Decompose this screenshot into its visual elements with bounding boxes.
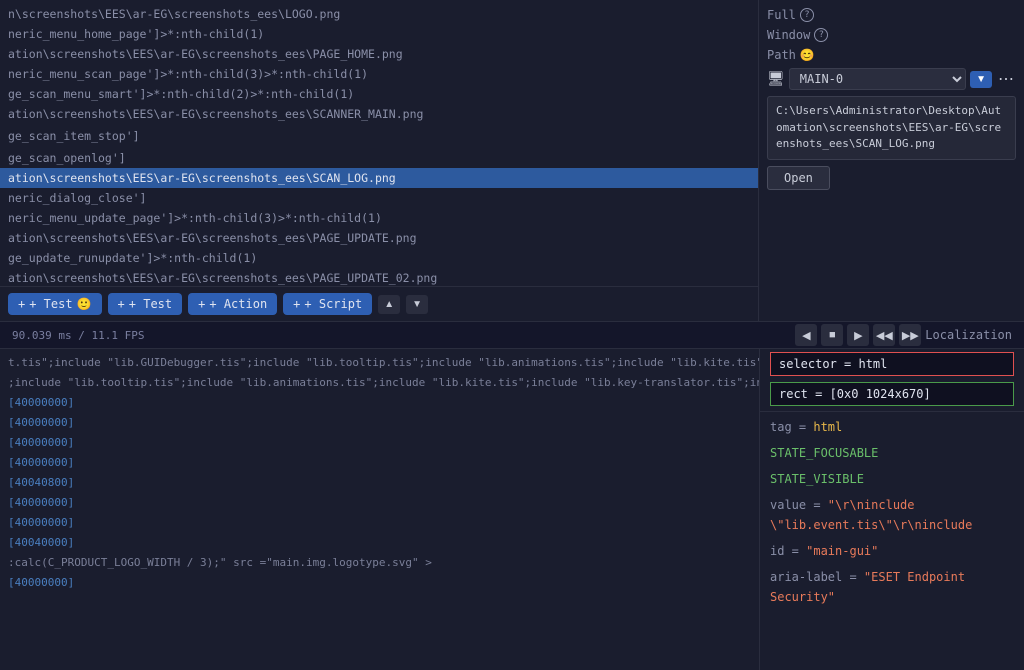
code-line[interactable]: ation\screenshots\EES\ar-EG\screenshots_… [0,44,758,64]
plus-icon-1: + [18,297,25,311]
right-panel: Full ? Window ? Path 😊 🖥 MAIN-0 ▼ [759,0,1024,321]
window-help-icon[interactable]: ? [814,28,828,42]
rect-row [760,379,1024,409]
bottom-code-line: t.tis";include "lib.GUIDebugger.tis";inc… [0,353,759,373]
code-line[interactable]: ation\screenshots\EES\ar-EG\screenshots_… [0,228,758,248]
code-line[interactable]: neric_menu_scan_page']>*:nth-child(3)>*:… [0,64,758,84]
rect-input[interactable] [770,382,1014,406]
test-btn-2[interactable]: + + Test [108,293,183,315]
open-btn[interactable]: Open [767,166,830,190]
plus-icon-4: + [293,297,300,311]
code-line[interactable]: neric_dialog_close'] [0,188,758,208]
fps-display: 90.039 ms / 11.1 FPS [12,329,144,342]
status-icons: ◀ ■ ▶ ◀◀ ▶▶ Localization [795,324,1012,346]
bottom-code-line: [40000000] [0,433,759,453]
action-btn[interactable]: + + Action [188,293,277,315]
monitor-icon: 🖥 [767,71,785,87]
bottom-code-line: [40000000] [0,393,759,413]
left-panel: n\screenshots\EES\ar-EG\screenshots_ees\… [0,0,759,321]
inspector-separator-1 [760,411,1024,412]
bottom-code-line: [40040800] [0,473,759,493]
code-line[interactable]: ge_scan_item_stop'] [0,126,758,146]
tag-row: tag = html [760,414,1024,440]
window-label: Window ? [767,28,828,42]
full-row: Full ? [767,8,1016,22]
code-line[interactable]: ation\screenshots\EES\ar-EG\screenshots_… [0,268,758,286]
code-line[interactable]: ge_scan_menu_smart']>*:nth-child(2)>*:nt… [0,84,758,104]
top-section: n\screenshots\EES\ar-EG\screenshots_ees\… [0,0,1024,321]
script-label: + Script [304,297,362,311]
left-toolbar: + + Test 🙂 + + Test + + Action + + Scrip… [0,286,758,321]
code-line[interactable]: ge_update_runupdate']>*:nth-child(1) [0,248,758,268]
full-help-icon[interactable]: ? [800,8,814,22]
status-icon-btn-3[interactable]: ▶ [847,324,869,346]
code-line[interactable]: ation\screenshots\EES\ar-EG\screenshots_… [0,104,758,124]
id-value: "main-gui" [806,544,878,558]
code-line[interactable]: neric_menu_home_page']>*:nth-child(1) [0,24,758,44]
more-options-btn[interactable]: ⋯ [996,69,1016,89]
aria-label-row: aria-label = "ESET Endpoint Security" [770,570,965,604]
selector-input[interactable] [770,352,1014,376]
inspector-panel: tag = html STATE_FOCUSABLE STATE_VISIBLE… [759,349,1024,670]
main-select-row: 🖥 MAIN-0 ▼ ⋯ [767,68,1016,90]
code-line[interactable]: ge_scan_openlog'] [0,148,758,168]
code-line[interactable]: n\screenshots\EES\ar-EG\screenshots_ees\… [0,4,758,24]
state2-row: STATE_VISIBLE [760,466,1024,492]
id-row: id = "main-gui" [760,538,1024,564]
bottom-code-line: [40000000] [0,413,759,433]
window-row: Window ? [767,28,1016,42]
bottom-code-line: [40040000] [0,533,759,553]
aria-row: aria-label = "ESET Endpoint Security" [760,564,1024,610]
state-focusable: STATE_FOCUSABLE [770,446,878,460]
arrow-down-btn[interactable]: ▼ [406,295,428,314]
state-visible: STATE_VISIBLE [770,472,864,486]
bottom-code-line: ;include "lib.tooltip.tis";include "lib.… [0,373,759,393]
tag-label: tag = html [770,420,842,434]
id-label: id = "main-gui" [770,544,878,558]
code-list[interactable]: n\screenshots\EES\ar-EG\screenshots_ees\… [0,0,758,286]
arrow-up-btn[interactable]: ▲ [378,295,400,314]
test-label-2: + Test [129,297,172,311]
localization-label: Localization [925,328,1012,342]
action-label: + Action [209,297,267,311]
full-label: Full ? [767,8,815,22]
status-icon-btn-4[interactable]: ◀◀ [873,324,895,346]
path-row: Path 😊 [767,48,1016,62]
value-label: value = "\r\ninclude \"lib.event.tis\"\r… [770,498,972,532]
main-select[interactable]: MAIN-0 [789,68,966,90]
bottom-code-line: [40000000] [0,453,759,473]
code-line[interactable]: neric_menu_update_page']>*:nth-child(3)>… [0,208,758,228]
bottom-code-line: [40000000] [0,573,759,593]
value-row: value = "\r\ninclude \"lib.event.tis\"\r… [760,492,1024,538]
bottom-code-line: [40000000] [0,513,759,533]
dropdown-arrow-btn[interactable]: ▼ [970,71,992,88]
status-icon-btn-1[interactable]: ◀ [795,324,817,346]
main-select-area: 🖥 MAIN-0 ▼ ⋯ [767,68,1016,90]
status-bar: 90.039 ms / 11.1 FPS ◀ ■ ▶ ◀◀ ▶▶ Localiz… [0,321,1024,349]
script-btn[interactable]: + + Script [283,293,372,315]
code-line[interactable]: ation\screenshots\EES\ar-EG\screenshots_… [0,168,758,188]
path-emoji-icon: 😊 [800,48,815,62]
status-icon-btn-5[interactable]: ▶▶ [899,324,921,346]
emoji-icon-1: 🙂 [77,297,92,311]
status-icon-btn-2[interactable]: ■ [821,324,843,346]
test-label-1: + Test [29,297,72,311]
bottom-code-line: [40000000] [0,493,759,513]
plus-icon-2: + [118,297,125,311]
bottom-left-panel: t.tis";include "lib.GUIDebugger.tis";inc… [0,349,759,670]
plus-icon-3: + [198,297,205,311]
path-label: Path 😊 [767,48,815,62]
bottom-section: t.tis";include "lib.GUIDebugger.tis";inc… [0,349,1024,670]
bottom-code-line: :calc(C_PRODUCT_LOGO_WIDTH / 3);" src ="… [0,553,759,573]
path-display: C:\Users\Administrator\Desktop\Automatio… [767,96,1016,160]
state1-row: STATE_FOCUSABLE [760,440,1024,466]
test-btn-1[interactable]: + + Test 🙂 [8,293,102,315]
selector-row [760,349,1024,379]
tag-value: html [813,420,842,434]
